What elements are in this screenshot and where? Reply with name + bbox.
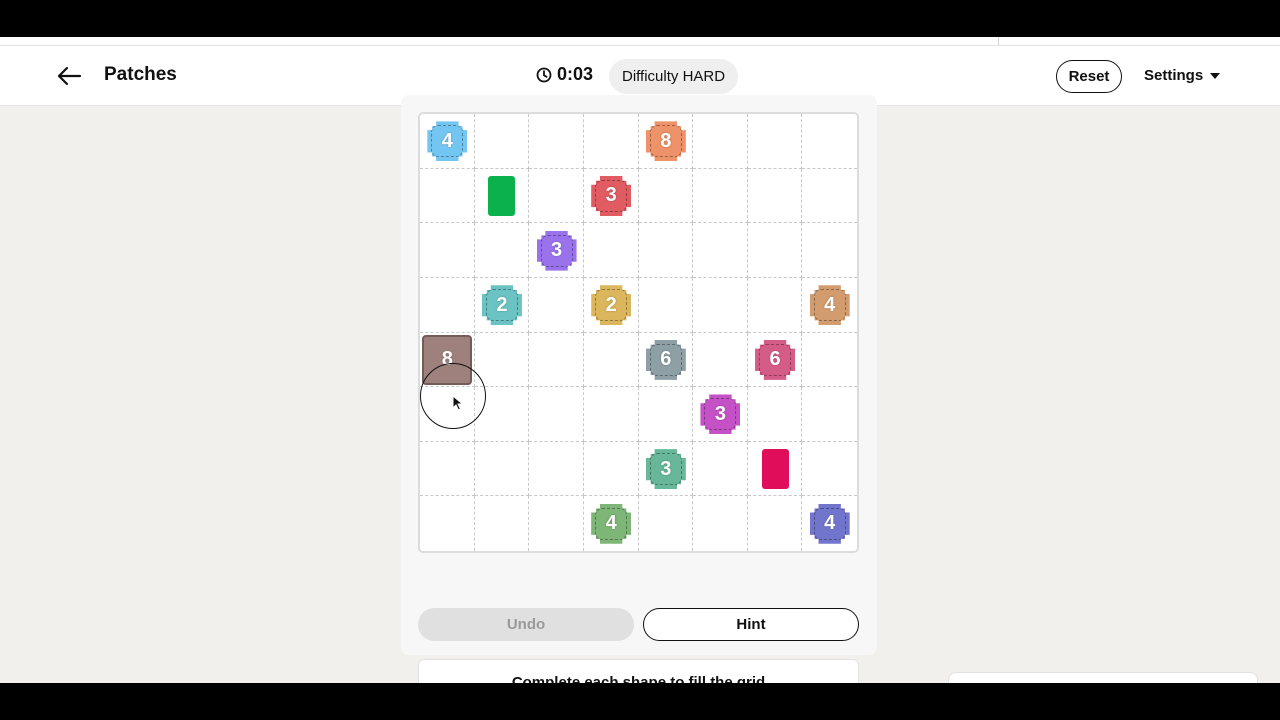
caret-down-icon xyxy=(1210,72,1221,79)
clue-tile[interactable]: 8 xyxy=(645,121,686,162)
grid-cell[interactable] xyxy=(529,332,584,388)
grid-cell[interactable] xyxy=(693,223,748,278)
reset-button[interactable]: Reset xyxy=(1056,60,1122,93)
settings-label: Settings xyxy=(1144,67,1204,84)
clue-tile[interactable]: 3 xyxy=(536,230,577,271)
grid-cell[interactable] xyxy=(747,223,803,278)
grid-cell[interactable] xyxy=(420,441,475,497)
grid-cell[interactable] xyxy=(529,387,584,442)
grid-cell[interactable] xyxy=(693,496,748,551)
grid-cell[interactable] xyxy=(583,387,639,442)
clue-tile[interactable]: 3 xyxy=(591,175,632,216)
clue-number: 4 xyxy=(824,293,836,316)
grid-cell[interactable] xyxy=(420,168,475,224)
grid-cell[interactable] xyxy=(638,387,694,442)
grid-cell[interactable] xyxy=(420,277,475,333)
clue-tile[interactable]: 6 xyxy=(755,339,796,380)
clue-tile[interactable]: 4 xyxy=(809,285,850,326)
grid-cell[interactable] xyxy=(583,441,639,497)
clue-tile[interactable]: 4 xyxy=(591,503,632,544)
timer-value: 0:03 xyxy=(557,64,594,84)
grid-cell[interactable] xyxy=(747,387,803,442)
clue-tile[interactable]: 8 xyxy=(422,334,473,385)
grid-cell[interactable] xyxy=(420,496,475,551)
game-timer: 0:03 xyxy=(536,64,593,85)
clue-number: 3 xyxy=(660,457,672,480)
clue-tile[interactable]: 6 xyxy=(645,339,686,380)
grid-cell[interactable] xyxy=(638,223,694,278)
clue-number: 4 xyxy=(824,512,836,535)
grid-cell[interactable] xyxy=(693,332,748,388)
clue-tile[interactable]: 4 xyxy=(809,503,850,544)
settings-dropdown[interactable]: Settings xyxy=(1144,67,1221,84)
difficulty-badge: Difficulty HARD xyxy=(609,59,739,94)
letterbox-bottom xyxy=(0,683,1280,720)
grid-cell[interactable] xyxy=(747,114,803,169)
grid-cell[interactable] xyxy=(802,223,857,278)
grid-cell[interactable] xyxy=(474,223,530,278)
clue-number: 3 xyxy=(714,402,726,425)
grid-cell[interactable] xyxy=(420,387,475,442)
grid-cell[interactable] xyxy=(420,223,475,278)
grid-cell[interactable] xyxy=(529,168,584,224)
grid-cell[interactable] xyxy=(638,168,694,224)
clue-tile[interactable]: 3 xyxy=(700,394,741,435)
clue-tile[interactable]: 3 xyxy=(645,449,686,490)
grid-cell[interactable] xyxy=(529,114,584,169)
clock-icon xyxy=(536,67,552,82)
grid-cell[interactable] xyxy=(529,441,584,497)
clue-tile[interactable]: 4 xyxy=(427,121,468,162)
clue-number: 6 xyxy=(769,348,781,371)
clue-number: 8 xyxy=(660,129,672,152)
grid-cell[interactable] xyxy=(802,387,857,442)
puzzle-board: 4 8 3 3 2 2 4 8 6 6 3 3 4 4 xyxy=(418,112,859,553)
browser-tab-strip xyxy=(0,37,1280,46)
filled-block[interactable] xyxy=(761,449,789,490)
grid-cell[interactable] xyxy=(747,168,803,224)
grid-cell[interactable] xyxy=(802,114,857,169)
clue-number: 4 xyxy=(605,512,617,535)
tab-separator xyxy=(998,37,999,45)
clue-tile[interactable]: 2 xyxy=(481,285,522,326)
clue-number: 2 xyxy=(496,293,508,316)
clue-number: 2 xyxy=(605,293,617,316)
clue-number: 8 xyxy=(441,348,453,371)
grid-cell[interactable] xyxy=(802,169,857,224)
grid-cell[interactable] xyxy=(474,332,530,388)
grid-cell[interactable] xyxy=(474,114,530,169)
grid-cell[interactable] xyxy=(693,277,748,333)
grid-cell[interactable] xyxy=(638,277,694,333)
filled-block[interactable] xyxy=(488,175,516,216)
grid-cell[interactable] xyxy=(639,496,694,551)
clue-number: 6 xyxy=(660,348,672,371)
grid-cell[interactable] xyxy=(802,333,857,388)
clue-number: 3 xyxy=(605,184,617,207)
grid-cell[interactable] xyxy=(583,223,639,278)
undo-button[interactable]: Undo xyxy=(418,608,634,641)
back-button[interactable] xyxy=(52,59,86,93)
clue-number: 3 xyxy=(551,239,563,262)
grid-cell[interactable] xyxy=(693,114,748,169)
grid-cell[interactable] xyxy=(747,277,803,333)
arrow-left-icon xyxy=(57,66,82,86)
grid-cell[interactable] xyxy=(474,441,530,497)
page-title: Patches xyxy=(104,64,177,85)
letterbox-top xyxy=(0,0,1280,37)
grid-cell[interactable] xyxy=(693,441,748,497)
grid-cell[interactable] xyxy=(748,496,803,551)
clue-number: 4 xyxy=(441,129,453,152)
grid-cell[interactable] xyxy=(474,387,530,442)
grid-cell[interactable] xyxy=(475,496,530,551)
grid-cell[interactable] xyxy=(693,168,748,224)
clue-tile[interactable]: 2 xyxy=(591,285,632,326)
grid-cell[interactable] xyxy=(583,114,639,169)
grid-cell[interactable] xyxy=(529,496,584,551)
grid-cell[interactable] xyxy=(802,442,857,497)
hint-button[interactable]: Hint xyxy=(643,608,859,641)
grid-cell[interactable] xyxy=(529,277,584,333)
grid-cell[interactable] xyxy=(583,332,639,388)
